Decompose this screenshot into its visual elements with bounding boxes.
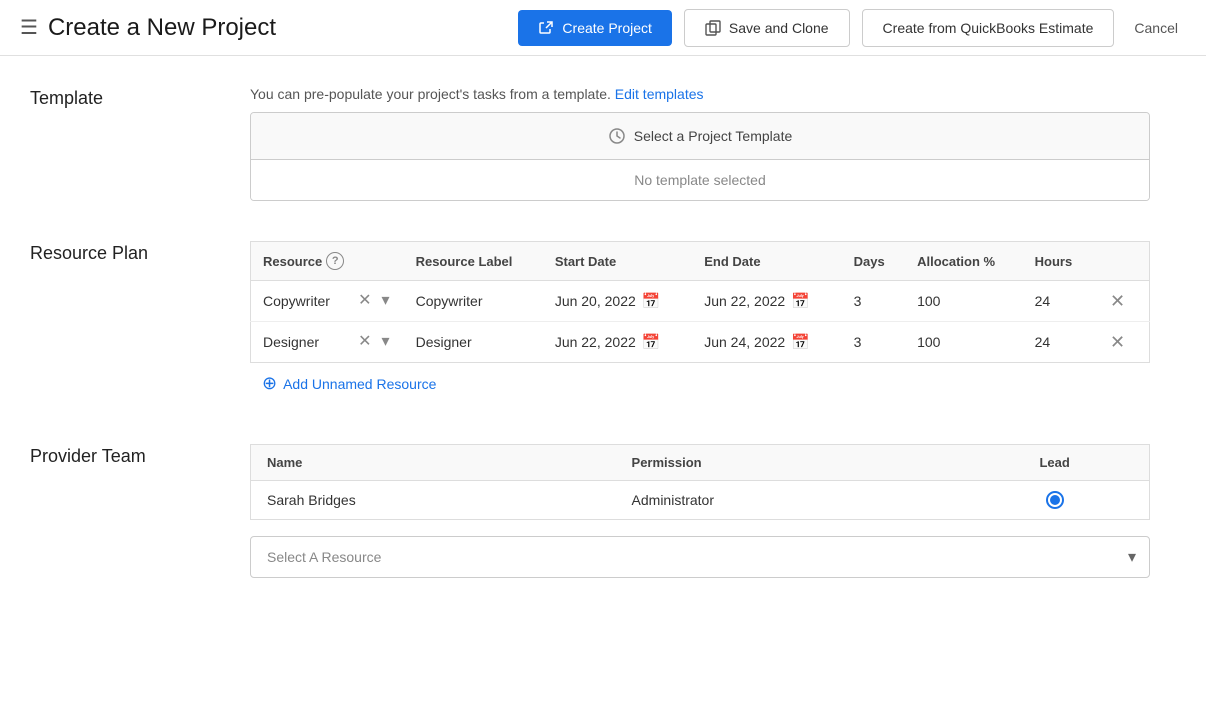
- provider-team-label: Provider Team: [30, 444, 250, 578]
- end-date-calendar-icon-1[interactable]: 📅: [791, 333, 810, 351]
- resource-dropdown-button-0[interactable]: ▾: [380, 291, 392, 311]
- resource-plan-section: Resource Plan Resource ? Resource Label …: [30, 241, 1150, 404]
- days-cell-0: 3: [842, 281, 905, 322]
- resource-table-header-row: Resource ? Resource Label Start Date End…: [251, 242, 1150, 281]
- resource-clear-button-1[interactable]: ✕: [356, 332, 373, 352]
- template-select-box: Select a Project Template No template se…: [250, 112, 1150, 201]
- provider-team-body: Name Permission Lead Sarah Bridges Admin…: [250, 444, 1150, 578]
- grid-icon: ☰: [20, 15, 38, 40]
- header: ☰ Create a New Project Create Project Sa…: [0, 0, 1206, 56]
- resource-name-cell-1: Designer ✕ ▾: [251, 322, 404, 363]
- col-lead: Lead: [960, 445, 1149, 481]
- provider-table-body: Sarah Bridges Administrator: [251, 481, 1150, 520]
- template-section-body: You can pre-populate your project's task…: [250, 86, 1150, 201]
- content: Template You can pre-populate your proje…: [0, 56, 1180, 648]
- col-hours: Hours: [1023, 242, 1094, 281]
- lead-radio-0[interactable]: [1046, 491, 1064, 509]
- add-unnamed-resource-button[interactable]: ⊕ Add Unnamed Resource: [250, 363, 448, 404]
- resource-table-body: Copywriter ✕ ▾ Copywriter Jun 20, 2022 📅…: [251, 281, 1150, 363]
- start-date-calendar-icon-1[interactable]: 📅: [642, 333, 661, 351]
- allocation-cell-1: 100: [905, 322, 1023, 363]
- remove-cell-0: ✕: [1094, 281, 1150, 322]
- col-permission: Permission: [616, 445, 961, 481]
- remove-resource-button-0[interactable]: ✕: [1106, 289, 1130, 313]
- provider-name-cell-0: Sarah Bridges: [251, 481, 616, 520]
- resource-name-cell-0: Copywriter ✕ ▾: [251, 281, 404, 322]
- provider-permission-cell-0: Administrator: [616, 481, 961, 520]
- end-date-cell-0: Jun 22, 2022 📅: [692, 281, 841, 322]
- resource-help-icon[interactable]: ?: [326, 252, 344, 270]
- select-resource-dropdown[interactable]: Select A Resource: [250, 536, 1150, 578]
- col-resource: Resource ?: [251, 242, 404, 281]
- resource-dropdown-button-1[interactable]: ▾: [380, 332, 392, 352]
- template-section-label: Template: [30, 86, 250, 201]
- plus-circle-icon: ⊕: [262, 373, 277, 394]
- col-resource-label: Resource Label: [404, 242, 543, 281]
- start-date-cell-0: Jun 20, 2022 📅: [543, 281, 692, 322]
- template-section: Template You can pre-populate your proje…: [30, 86, 1150, 201]
- provider-header-row: Name Permission Lead: [251, 445, 1150, 481]
- cancel-button[interactable]: Cancel: [1126, 10, 1186, 46]
- days-cell-1: 3: [842, 322, 905, 363]
- resource-table-row: Copywriter ✕ ▾ Copywriter Jun 20, 2022 📅…: [251, 281, 1150, 322]
- create-project-button[interactable]: Create Project: [518, 10, 671, 46]
- provider-table: Name Permission Lead Sarah Bridges Admin…: [250, 444, 1150, 520]
- provider-lead-cell-0: [960, 481, 1149, 520]
- start-date-calendar-icon-0[interactable]: 📅: [642, 292, 661, 310]
- header-title-group: ☰ Create a New Project: [20, 14, 506, 42]
- col-start-date: Start Date: [543, 242, 692, 281]
- template-hint: You can pre-populate your project's task…: [250, 86, 1150, 102]
- resource-name-0: Copywriter: [263, 293, 350, 309]
- resource-plan-body: Resource ? Resource Label Start Date End…: [250, 241, 1150, 404]
- resource-label-cell-1: Designer: [404, 322, 543, 363]
- end-date-cell-1: Jun 24, 2022 📅: [692, 322, 841, 363]
- col-days: Days: [842, 242, 905, 281]
- refresh-icon: [608, 127, 626, 145]
- provider-table-row: Sarah Bridges Administrator: [251, 481, 1150, 520]
- hours-cell-0: 24: [1023, 281, 1094, 322]
- resource-table: Resource ? Resource Label Start Date End…: [250, 241, 1150, 363]
- edit-templates-link[interactable]: Edit templates: [615, 86, 704, 102]
- remove-cell-1: ✕: [1094, 322, 1150, 363]
- page-title: Create a New Project: [48, 14, 276, 42]
- provider-team-section: Provider Team Name Permission Lead Sarah…: [30, 444, 1150, 578]
- resource-name-1: Designer: [263, 334, 350, 350]
- hours-cell-1: 24: [1023, 322, 1094, 363]
- select-template-button[interactable]: Select a Project Template: [251, 113, 1149, 160]
- end-date-calendar-icon-0[interactable]: 📅: [791, 292, 810, 310]
- save-and-clone-button[interactable]: Save and Clone: [684, 9, 850, 47]
- col-end-date: End Date: [692, 242, 841, 281]
- resource-clear-button-0[interactable]: ✕: [356, 291, 373, 311]
- select-resource-wrapper: Select A Resource ▾: [250, 536, 1150, 578]
- clone-icon: [705, 20, 721, 36]
- login-icon: [538, 20, 554, 36]
- resource-label-cell-0: Copywriter: [404, 281, 543, 322]
- resource-table-row: Designer ✕ ▾ Designer Jun 22, 2022 📅 Jun…: [251, 322, 1150, 363]
- col-allocation: Allocation %: [905, 242, 1023, 281]
- col-name: Name: [251, 445, 616, 481]
- remove-resource-button-1[interactable]: ✕: [1106, 330, 1130, 354]
- allocation-cell-0: 100: [905, 281, 1023, 322]
- template-no-selection: No template selected: [251, 160, 1149, 200]
- start-date-cell-1: Jun 22, 2022 📅: [543, 322, 692, 363]
- resource-plan-label: Resource Plan: [30, 241, 250, 404]
- col-actions: [1094, 242, 1150, 281]
- quickbooks-button[interactable]: Create from QuickBooks Estimate: [862, 9, 1115, 47]
